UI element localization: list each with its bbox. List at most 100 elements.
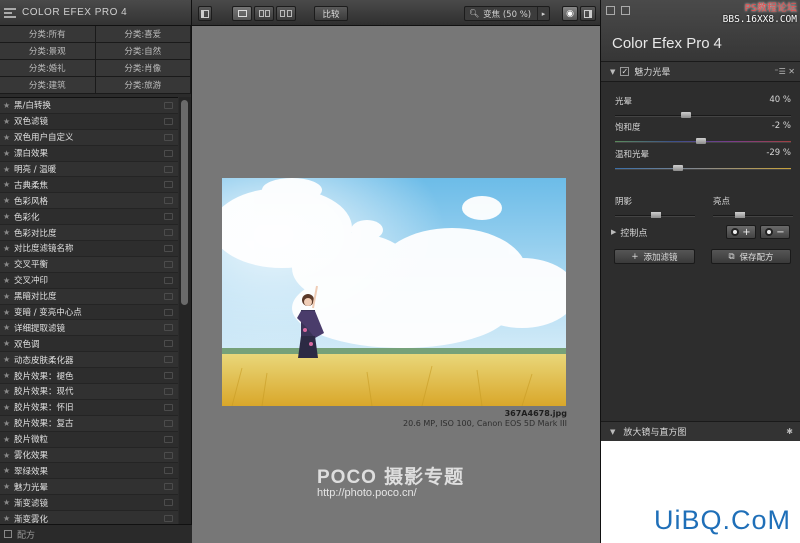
warm-glow-knob[interactable]	[673, 165, 683, 171]
filter-preview-icon[interactable]	[164, 467, 173, 475]
toggle-browser-button[interactable]	[198, 6, 212, 21]
filter-preview-icon[interactable]	[164, 515, 173, 523]
filter-preview-icon[interactable]	[164, 133, 173, 141]
favorite-star-icon[interactable]: ★	[3, 228, 14, 237]
filter-preview-icon[interactable]	[164, 403, 173, 411]
filter-preview-icon[interactable]	[164, 419, 173, 427]
filter-list-item[interactable]: ★ 交叉平衡	[0, 256, 178, 273]
filter-list-item[interactable]: ★ 漂白效果	[0, 145, 178, 162]
filter-list-item[interactable]: ★ 色彩化	[0, 209, 178, 226]
favorite-star-icon[interactable]: ★	[3, 133, 14, 142]
expand-triangle-icon[interactable]: ▶	[611, 228, 616, 236]
glow-knob[interactable]	[681, 112, 691, 118]
filter-list-item[interactable]: ★ 黑暗对比度	[0, 288, 178, 305]
filter-preview-icon[interactable]	[164, 387, 173, 395]
filter-list-item[interactable]: ★ 动态皮肤柔化器	[0, 352, 178, 369]
filter-preview-icon[interactable]	[164, 244, 173, 252]
pin-icon[interactable]: ✱	[786, 427, 793, 436]
menu-icon[interactable]	[4, 7, 16, 18]
category-wedding[interactable]: 分类:婚礼	[0, 60, 96, 77]
favorite-star-icon[interactable]: ★	[3, 180, 14, 189]
filter-list-item[interactable]: ★ 双色滤镜	[0, 113, 178, 130]
filter-list-item[interactable]: ★ 胶片效果：现代	[0, 384, 178, 400]
favorite-star-icon[interactable]: ★	[3, 466, 14, 475]
filter-preview-icon[interactable]	[164, 149, 173, 157]
favorite-star-icon[interactable]: ★	[3, 308, 14, 317]
filter-list-item[interactable]: ★ 色彩对比度	[0, 225, 178, 242]
favorite-star-icon[interactable]: ★	[3, 435, 14, 444]
split-view-button[interactable]	[254, 6, 274, 21]
remove-control-point-button[interactable]: −	[760, 225, 790, 239]
category-architecture[interactable]: 分类:建筑	[0, 77, 96, 94]
filter-list-item[interactable]: ★ 胶片效果：复古	[0, 415, 178, 432]
glow-track[interactable]	[615, 112, 791, 118]
filter-list-item[interactable]: ★ 古典柔焦	[0, 177, 178, 194]
filter-preview-icon[interactable]	[164, 276, 173, 284]
scrollbar-thumb[interactable]	[181, 100, 188, 305]
category-travel[interactable]: 分类:旅游	[95, 77, 191, 94]
favorite-star-icon[interactable]: ★	[3, 117, 14, 126]
filter-preview-icon[interactable]	[164, 483, 173, 491]
add-filter-button[interactable]: + 添加滤镜	[614, 249, 695, 264]
toggle-controls-button[interactable]	[580, 6, 596, 21]
favorite-star-icon[interactable]: ★	[3, 387, 14, 396]
favorite-star-icon[interactable]: ★	[3, 355, 14, 364]
filter-preview-icon[interactable]	[164, 356, 173, 364]
compare-button[interactable]: 比较	[314, 6, 348, 21]
collapse-triangle-icon[interactable]: ▼	[610, 428, 615, 436]
favorite-star-icon[interactable]: ★	[3, 514, 14, 523]
filter-preview-icon[interactable]	[164, 260, 173, 268]
filter-list-item[interactable]: ★ 对比度滤镜名称	[0, 241, 178, 257]
filter-preview-icon[interactable]	[164, 229, 173, 237]
category-all[interactable]: 分类:所有	[0, 26, 96, 43]
category-landscape[interactable]: 分类:景观	[0, 43, 96, 60]
filter-preview-icon[interactable]	[164, 308, 173, 316]
filter-list-item[interactable]: ★ 雾化效果	[0, 447, 178, 464]
favorite-star-icon[interactable]: ★	[3, 149, 14, 158]
filter-preview-icon[interactable]	[164, 372, 173, 380]
filter-list-item[interactable]: ★ 渐变雾化	[0, 511, 178, 524]
history-icon[interactable]	[621, 6, 630, 15]
highlights-slider[interactable]: 亮点	[713, 195, 793, 218]
category-portrait[interactable]: 分类:肖像	[95, 60, 191, 77]
saturation-track[interactable]	[615, 138, 791, 144]
warm-glow-slider[interactable]: 温和光晕 -29 %	[615, 148, 791, 171]
favorite-star-icon[interactable]: ★	[3, 498, 14, 507]
bulb-toggle-button[interactable]: ◉	[562, 6, 578, 21]
filter-list-item[interactable]: ★ 魅力光晕	[0, 479, 178, 496]
filter-list-scrollbar[interactable]	[179, 97, 191, 524]
filter-preview-icon[interactable]	[164, 181, 173, 189]
filter-preview-icon[interactable]	[164, 451, 173, 459]
filter-preview-icon[interactable]	[164, 101, 173, 109]
filter-list-item[interactable]: ★ 黑/白转换	[0, 98, 178, 114]
favorite-star-icon[interactable]: ★	[3, 403, 14, 412]
shadows-track[interactable]	[615, 212, 695, 218]
settings-icon[interactable]	[606, 6, 615, 15]
saturation-knob[interactable]	[696, 138, 706, 144]
collapse-triangle-icon[interactable]: ▼	[610, 68, 615, 76]
filter-list-item[interactable]: ★ 交叉冲印	[0, 272, 178, 289]
category-nature[interactable]: 分类:自然	[95, 43, 191, 60]
highlights-track[interactable]	[713, 212, 793, 218]
filter-options-icons[interactable]: ⁼☰ ✕	[774, 67, 795, 76]
zoom-select[interactable]: 🔍︎ 变焦 (50 %) ▸	[464, 6, 550, 21]
filter-list-item[interactable]: ★ 翠绿效果	[0, 463, 178, 480]
filter-list-item[interactable]: ★ 明亮 / 温暖	[0, 161, 178, 178]
favorite-star-icon[interactable]: ★	[3, 451, 14, 460]
filter-list-item[interactable]: ★ 胶片效果：褪色	[0, 368, 178, 385]
category-favorites[interactable]: 分类:喜爱	[95, 26, 191, 43]
shadows-knob[interactable]	[651, 212, 661, 218]
filter-preview-icon[interactable]	[164, 292, 173, 300]
filter-preview-icon[interactable]	[164, 499, 173, 507]
add-control-point-button[interactable]: +	[726, 225, 756, 239]
filter-list-item[interactable]: ★ 胶片效果：怀旧	[0, 399, 178, 416]
preview-photo[interactable]	[222, 178, 566, 406]
saturation-slider[interactable]: 饱和度 -2 %	[615, 121, 791, 144]
favorite-star-icon[interactable]: ★	[3, 165, 14, 174]
filter-list-item[interactable]: ★ 色彩风格	[0, 193, 178, 210]
filter-list-item[interactable]: ★ 渐变滤镜	[0, 495, 178, 512]
loupe-histogram-header[interactable]: ▼ 放大镜与直方图 ✱	[601, 421, 800, 441]
favorite-star-icon[interactable]: ★	[3, 371, 14, 380]
favorite-star-icon[interactable]: ★	[3, 260, 14, 269]
favorite-star-icon[interactable]: ★	[3, 244, 14, 253]
